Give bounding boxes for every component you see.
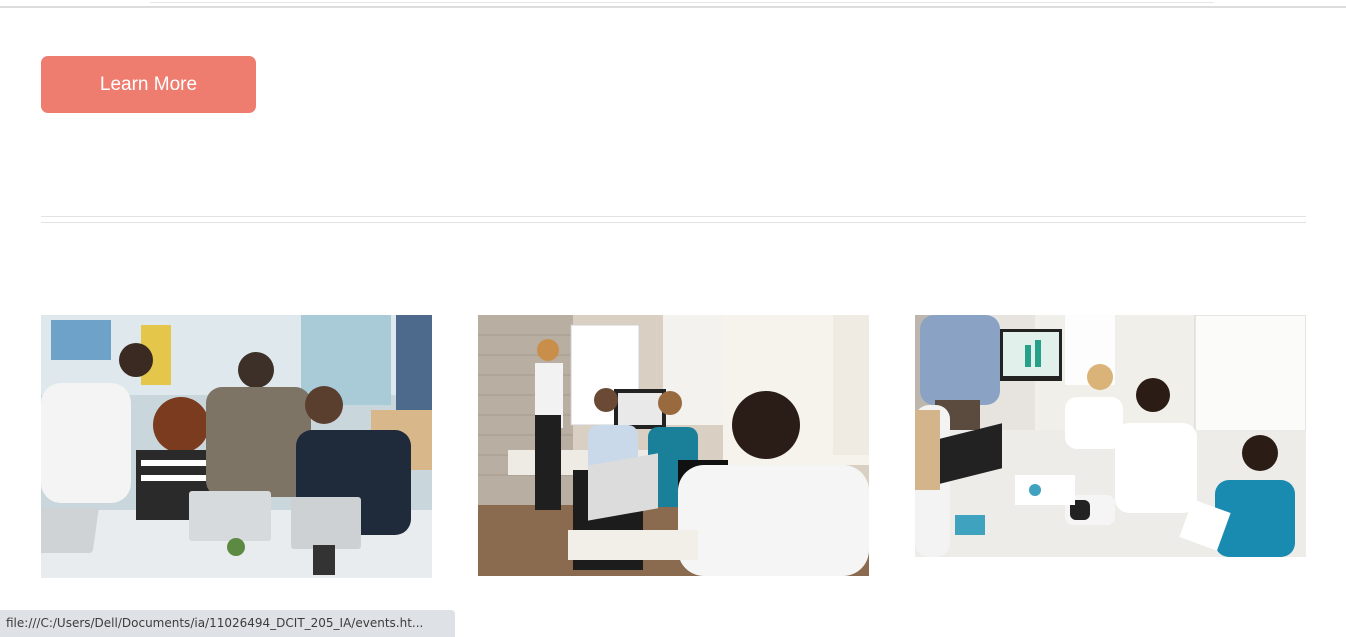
gallery-image-presentation[interactable]	[478, 315, 869, 576]
page: Learn More file:///C:/Users/Dell/Documen…	[0, 0, 1346, 637]
gallery-image-team-meeting[interactable]	[915, 315, 1306, 557]
top-edge-border	[0, 0, 1346, 8]
gallery-image-team-laptops[interactable]	[41, 315, 432, 578]
top-edge-stub	[150, 0, 1214, 3]
status-bar-url: file:///C:/Users/Dell/Documents/ia/11026…	[0, 610, 455, 637]
learn-more-button[interactable]: Learn More	[41, 56, 256, 113]
section-divider	[41, 216, 1306, 223]
